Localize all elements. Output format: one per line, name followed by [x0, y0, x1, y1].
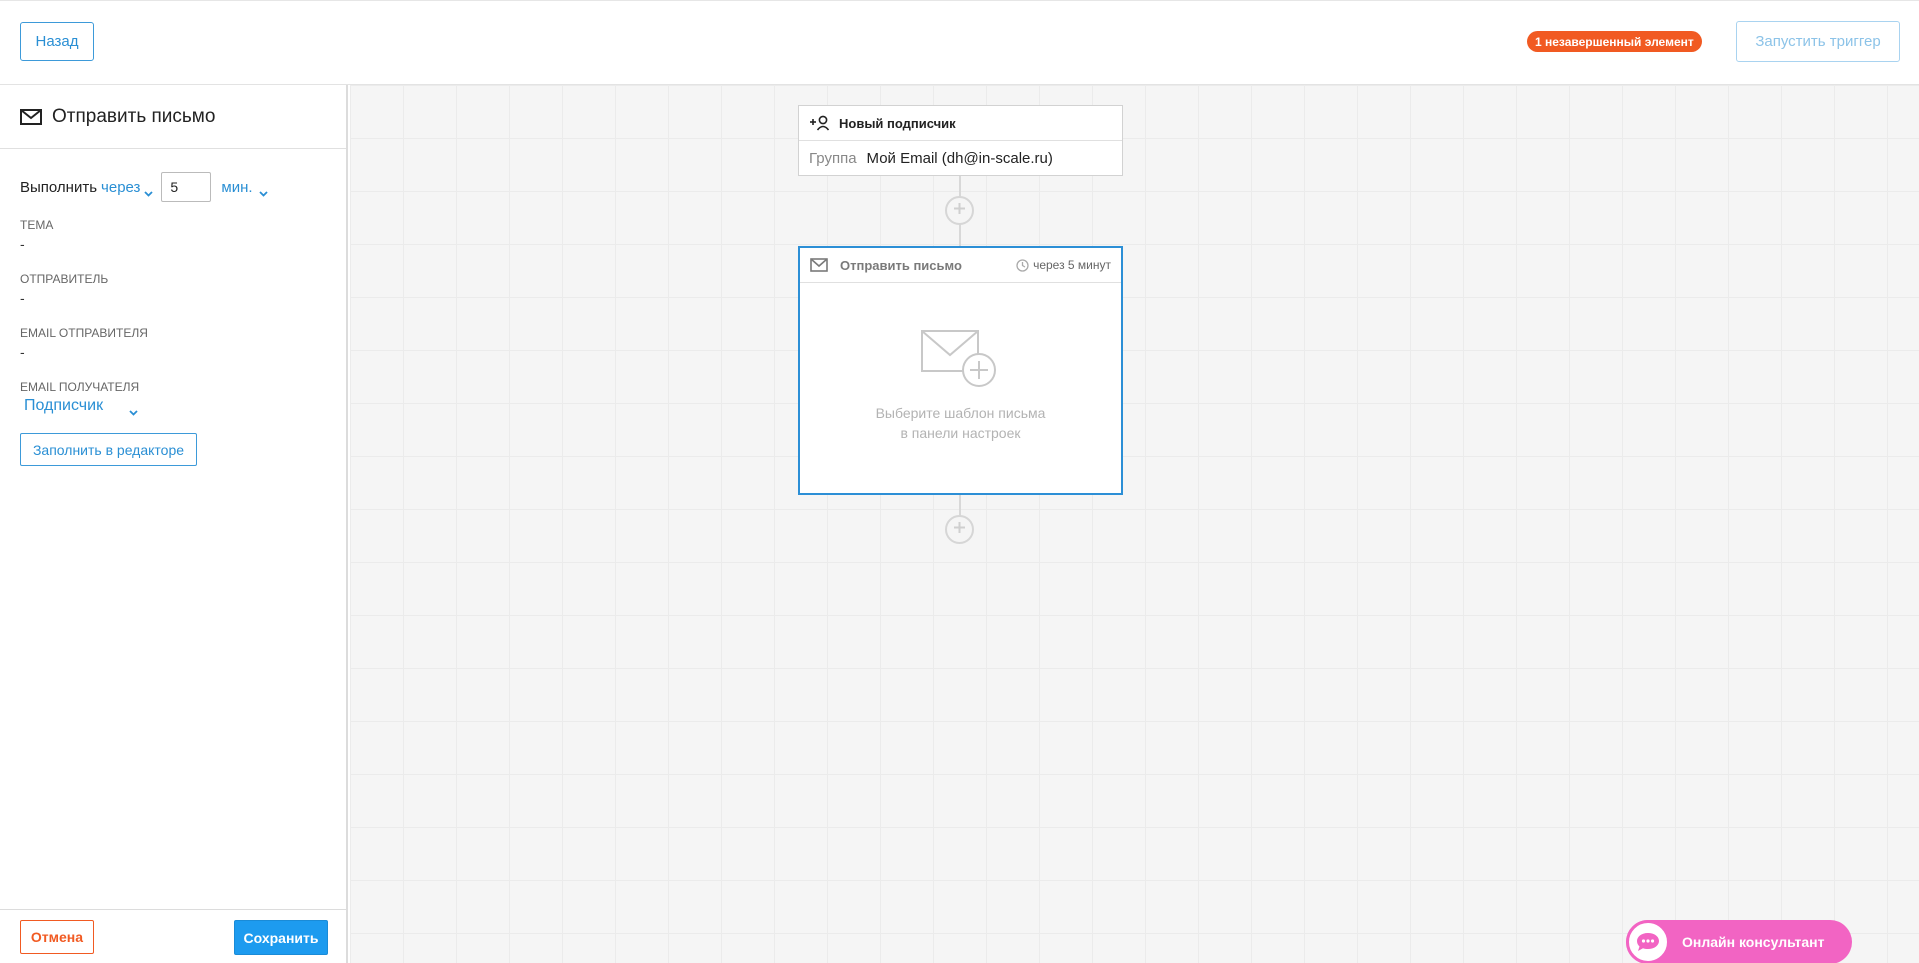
panel-title-text: Отправить письмо	[52, 105, 216, 127]
chat-label: Онлайн консультант	[1682, 934, 1825, 950]
plus-icon	[953, 202, 966, 220]
incomplete-elements-badge: 1 незавершенный элемент	[1527, 31, 1702, 52]
template-hint: Выберите шаблон письма в панели настроек	[800, 403, 1121, 443]
email-node-header: Отправить письмо через 5 минут	[800, 248, 1121, 283]
recipient-dropdown[interactable]: Подписчик	[24, 397, 139, 416]
delay-input[interactable]	[161, 172, 212, 202]
delay-info: через 5 минут	[1016, 258, 1111, 272]
sender-field: Отправитель -	[20, 272, 108, 306]
add-step-button[interactable]	[945, 196, 974, 225]
add-template-envelope-icon	[920, 329, 1000, 389]
chevron-down-icon	[129, 403, 138, 416]
field-value: -	[20, 344, 25, 360]
trigger-node-title: Новый подписчик	[839, 115, 956, 131]
chevron-down-icon	[144, 184, 154, 197]
settings-panel: Отправить письмо Выполнить через мин. Те…	[0, 85, 348, 963]
panel-footer: Отмена Сохранить	[0, 909, 346, 963]
field-value: -	[20, 290, 25, 306]
hint-line-1: Выберите шаблон письма	[875, 405, 1046, 421]
clock-icon	[1016, 258, 1029, 272]
execution-row: Выполнить через мин.	[20, 172, 268, 202]
exec-unit-value: мин.	[221, 178, 253, 196]
fill-in-editor-button[interactable]: Заполнить в редакторе	[20, 433, 197, 466]
trigger-node-body: Группа Мой Email (dh@in-scale.ru)	[799, 141, 1122, 175]
delay-text: через 5 минут	[1033, 258, 1111, 272]
top-bar: Назад 1 незавершенный элемент Запустить …	[0, 0, 1919, 85]
save-button[interactable]: Сохранить	[234, 920, 328, 955]
hint-line-2: в панели настроек	[900, 425, 1021, 441]
email-node-title: Отправить письмо	[840, 257, 962, 273]
online-consultant-widget[interactable]: Онлайн консультант	[1626, 920, 1852, 963]
chat-icon	[1626, 920, 1670, 963]
field-value: -	[20, 236, 25, 252]
field-label: Email отправителя	[20, 326, 148, 340]
group-value: Мой Email (dh@in-scale.ru)	[866, 149, 1053, 167]
add-step-button[interactable]	[945, 515, 974, 544]
exec-mode-dropdown[interactable]: через	[101, 178, 154, 197]
recipient-value: Подписчик	[24, 397, 104, 414]
exec-unit-dropdown[interactable]: мин.	[221, 178, 268, 197]
exec-label: Выполнить	[20, 178, 98, 196]
add-user-icon	[809, 115, 831, 131]
back-button[interactable]: Назад	[20, 22, 94, 61]
group-label: Группа	[809, 149, 857, 167]
trigger-node[interactable]: Новый подписчик Группа Мой Email (dh@in-…	[798, 105, 1123, 176]
field-label: Тема	[20, 218, 54, 232]
field-label: Отправитель	[20, 272, 109, 286]
plus-icon	[953, 521, 966, 539]
run-trigger-button[interactable]: Запустить триггер	[1736, 21, 1900, 62]
exec-mode-value: через	[101, 178, 141, 196]
subject-field: Тема -	[20, 218, 53, 252]
send-email-node[interactable]: Отправить письмо через 5 минут Выберите …	[798, 246, 1123, 495]
chevron-down-icon	[258, 184, 268, 197]
panel-title: Отправить письмо	[0, 85, 346, 149]
email-node-body: Выберите шаблон письма в панели настроек	[800, 283, 1121, 493]
cancel-button[interactable]: Отмена	[20, 920, 94, 954]
workflow-canvas[interactable]	[350, 85, 1919, 963]
envelope-icon	[20, 108, 42, 125]
trigger-node-header: Новый подписчик	[799, 106, 1122, 141]
field-label: Email получателя	[20, 380, 140, 394]
recipient-email-field: Email получателя Подписчик	[20, 380, 140, 416]
sender-email-field: Email отправителя -	[20, 326, 148, 360]
envelope-icon	[810, 258, 828, 272]
